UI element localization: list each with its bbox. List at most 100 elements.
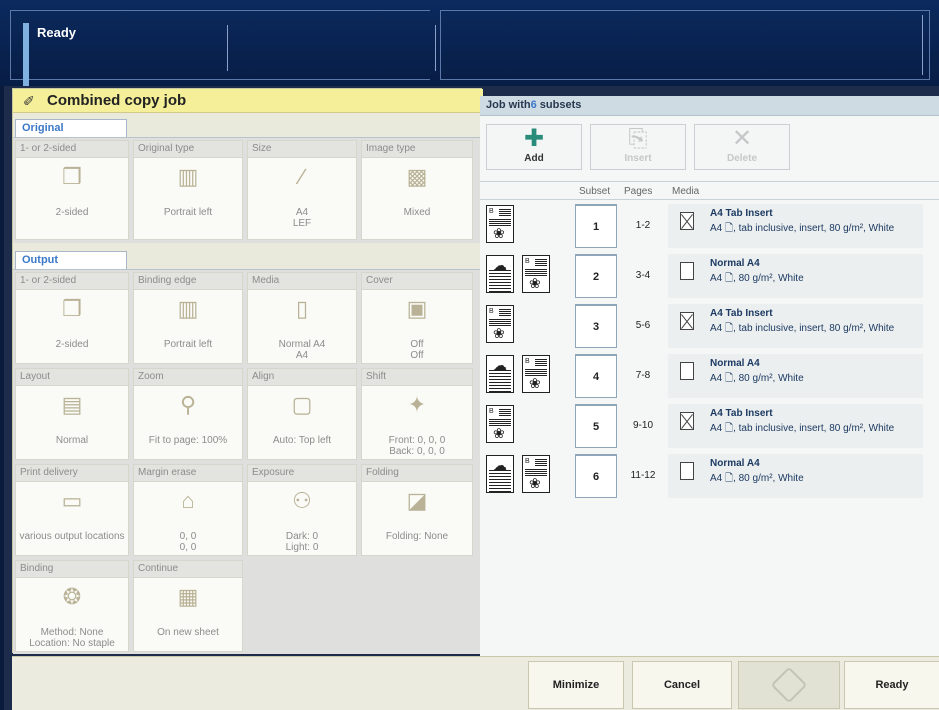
setting-tile-shift[interactable]: Shift ✦ Front: 0, 0, 0 Back: 0, 0, 0 bbox=[361, 368, 473, 460]
screen: Ready ✐ Combined copy job Original 1- or… bbox=[0, 0, 939, 710]
setting-label: Folding bbox=[362, 465, 472, 482]
media-details: , 80 g/m², White bbox=[733, 473, 804, 484]
insert-button[interactable]: ⎘ Insert bbox=[590, 124, 686, 170]
page-thumbnail-icon: B ❀ bbox=[486, 205, 514, 243]
subset-media[interactable]: Normal A4 A4 🗋, 80 g/m², White bbox=[668, 254, 923, 298]
media-size: A4 bbox=[710, 273, 723, 284]
setting-tile-margin-erase[interactable]: Margin erase ⌂ 0, 0 0, 0 bbox=[133, 464, 243, 556]
setting-tile-image-type[interactable]: Image type ▩ Mixed bbox=[361, 140, 473, 240]
setting-value-secondary: Location: No staple bbox=[29, 638, 115, 649]
setting-value: Auto: Top left bbox=[272, 435, 332, 446]
status-text: Ready bbox=[37, 25, 77, 40]
setting-tile-original-type[interactable]: Original type ▥ Portrait left bbox=[133, 140, 243, 240]
folding-icon: ◪ bbox=[406, 488, 428, 513]
setting-tile-binding-edge[interactable]: Binding edge ▥ Portrait left bbox=[133, 272, 243, 364]
portrait-left-icon: ▥ bbox=[177, 164, 199, 189]
subset-number-button[interactable]: 1 bbox=[575, 204, 617, 248]
setting-tile-layout[interactable]: Layout ▤ Normal bbox=[15, 368, 129, 460]
print-delivery-icon: ▭ bbox=[61, 488, 83, 513]
magnifier-icon: ⚲ bbox=[179, 392, 197, 417]
setting-tile-cover[interactable]: Cover ▣ Off Off bbox=[361, 272, 473, 364]
subset-row[interactable]: B ❀ 5 9-10 A4 Tab Insert A4 🗋, tab inclusive,… bbox=[480, 402, 939, 450]
media-description: A4 🗋, tab inclusive, insert, 80 g/m², Wh… bbox=[710, 321, 894, 338]
media-details: , tab inclusive, insert, 80 g/m², White bbox=[733, 323, 895, 334]
tab-output[interactable]: Output bbox=[15, 251, 127, 269]
subset-row[interactable]: ☁ B ❀ 4 7-8 Normal A4 A4 🗋, 80 g/m², White bbox=[480, 352, 939, 400]
ruler-icon: ∕ bbox=[300, 164, 304, 189]
subset-row[interactable]: ☁ B ❀ 6 11-12 Normal A4 A4 🗋, 80 g/m², White bbox=[480, 452, 939, 500]
start-icon bbox=[770, 666, 808, 704]
subset-media[interactable]: A4 Tab Insert A4 🗋, tab inclusive, insert… bbox=[668, 204, 923, 248]
setting-label: Size bbox=[248, 141, 356, 158]
setting-value-secondary: Back: 0, 0, 0 bbox=[389, 446, 445, 457]
subset-media[interactable]: A4 Tab Insert A4 🗋, tab inclusive, insert… bbox=[668, 404, 923, 448]
tab-original[interactable]: Original bbox=[15, 119, 127, 137]
setting-value-secondary: 0, 0 bbox=[179, 542, 197, 553]
subset-row[interactable]: B ❀ 3 5-6 A4 Tab Insert A4 🗋, tab inclusive, … bbox=[480, 302, 939, 350]
setting-tile-continue[interactable]: Continue ▦ On new sheet bbox=[133, 560, 243, 652]
add-button[interactable]: ✚ Add bbox=[486, 124, 582, 170]
media-description: A4 🗋, 80 g/m², White bbox=[710, 471, 804, 488]
setting-label: Binding edge bbox=[134, 273, 242, 290]
subset-media[interactable]: Normal A4 A4 🗋, 80 g/m², White bbox=[668, 454, 923, 498]
media-size: A4 bbox=[710, 223, 723, 234]
subsets-header-prefix: Job with bbox=[486, 99, 531, 111]
subset-row[interactable]: ☁ B ❀ 2 3-4 Normal A4 A4 🗋, 80 g/m², White bbox=[480, 252, 939, 300]
setting-tile-exposure[interactable]: Exposure ⚇ Dark: 0 Light: 0 bbox=[247, 464, 357, 556]
subset-number-button[interactable]: 2 bbox=[575, 254, 617, 298]
setting-tile-binding[interactable]: Binding ❂ Method: None Location: No staple bbox=[15, 560, 129, 652]
two-sided-icon: ❒ bbox=[62, 296, 82, 321]
page-icon: 🗋 bbox=[725, 473, 734, 484]
main-area: ✐ Combined copy job Original 1- or 2-sid… bbox=[4, 86, 939, 710]
ready-button[interactable]: Ready bbox=[844, 661, 939, 709]
subset-number-button[interactable]: 5 bbox=[575, 404, 617, 448]
setting-tile-1-or-2-sided[interactable]: 1- or 2-sided ❒ 2-sided bbox=[15, 272, 129, 364]
subsets-panel: Job with6 subsets ✚ Add ⎘ Insert ✕ Delet… bbox=[480, 96, 939, 662]
media-icon bbox=[680, 462, 694, 480]
page-thumbnail-icon: B ❀ bbox=[486, 305, 514, 343]
setting-tile-1-or-2-sided[interactable]: 1- or 2-sided ❒ 2-sided bbox=[15, 140, 129, 240]
delete-button[interactable]: ✕ Delete bbox=[694, 124, 790, 170]
setting-value: Normal bbox=[55, 435, 89, 446]
page-icon: 🗋 bbox=[725, 273, 734, 284]
setting-value: A4 bbox=[295, 207, 309, 218]
media-name: A4 Tab Insert bbox=[710, 208, 773, 219]
setting-value-secondary: LEF bbox=[292, 218, 312, 229]
setting-label: Margin erase bbox=[134, 465, 242, 482]
page-thumbnail-icon: B ❀ bbox=[522, 255, 550, 293]
media-icon bbox=[680, 412, 694, 430]
setting-tile-folding[interactable]: Folding ◪ Folding: None bbox=[361, 464, 473, 556]
page-thumbnail-icon: ☁ bbox=[486, 255, 514, 293]
subset-number-button[interactable]: 4 bbox=[575, 354, 617, 398]
add-icon: ✚ bbox=[523, 125, 545, 152]
setting-label: Continue bbox=[134, 561, 242, 578]
media-size: A4 bbox=[710, 373, 723, 384]
delete-label: Delete bbox=[726, 153, 757, 164]
media-description: A4 🗋, tab inclusive, insert, 80 g/m², Wh… bbox=[710, 221, 894, 238]
setting-value: 0, 0 bbox=[179, 531, 197, 542]
setting-value: Front: 0, 0, 0 bbox=[388, 435, 446, 446]
media-name: Normal A4 bbox=[710, 458, 760, 469]
setting-value: Portrait left bbox=[163, 207, 213, 218]
media-details: , tab inclusive, insert, 80 g/m², White bbox=[733, 223, 895, 234]
setting-label: Shift bbox=[362, 369, 472, 386]
subset-number-button[interactable]: 3 bbox=[575, 304, 617, 348]
setting-label: Exposure bbox=[248, 465, 356, 482]
setting-tile-size[interactable]: Size ∕ A4 LEF bbox=[247, 140, 357, 240]
minimize-button[interactable]: Minimize bbox=[528, 661, 624, 709]
setting-tile-media[interactable]: Media ▯ Normal A4 A4 bbox=[247, 272, 357, 364]
setting-value: Off bbox=[410, 339, 424, 350]
subset-number-button[interactable]: 6 bbox=[575, 454, 617, 498]
subset-row[interactable]: B ❀ 1 1-2 A4 Tab Insert A4 🗋, tab inclusive, … bbox=[480, 202, 939, 250]
cancel-button[interactable]: Cancel bbox=[632, 661, 732, 709]
setting-tile-print-delivery[interactable]: Print delivery ▭ various output locations bbox=[15, 464, 129, 556]
setting-tile-zoom[interactable]: Zoom ⚲ Fit to page: 100% bbox=[133, 368, 243, 460]
subset-media[interactable]: Normal A4 A4 🗋, 80 g/m², White bbox=[668, 354, 923, 398]
subset-media[interactable]: A4 Tab Insert A4 🗋, tab inclusive, insert… bbox=[668, 304, 923, 348]
status-panel-right bbox=[440, 10, 930, 80]
media-icon bbox=[680, 262, 694, 280]
setting-tile-align[interactable]: Align ▢ Auto: Top left bbox=[247, 368, 357, 460]
subset-pages: 5-6 bbox=[635, 320, 651, 331]
start-button[interactable] bbox=[738, 661, 840, 709]
subset-toolbar: ✚ Add ⎘ Insert ✕ Delete bbox=[480, 116, 939, 182]
